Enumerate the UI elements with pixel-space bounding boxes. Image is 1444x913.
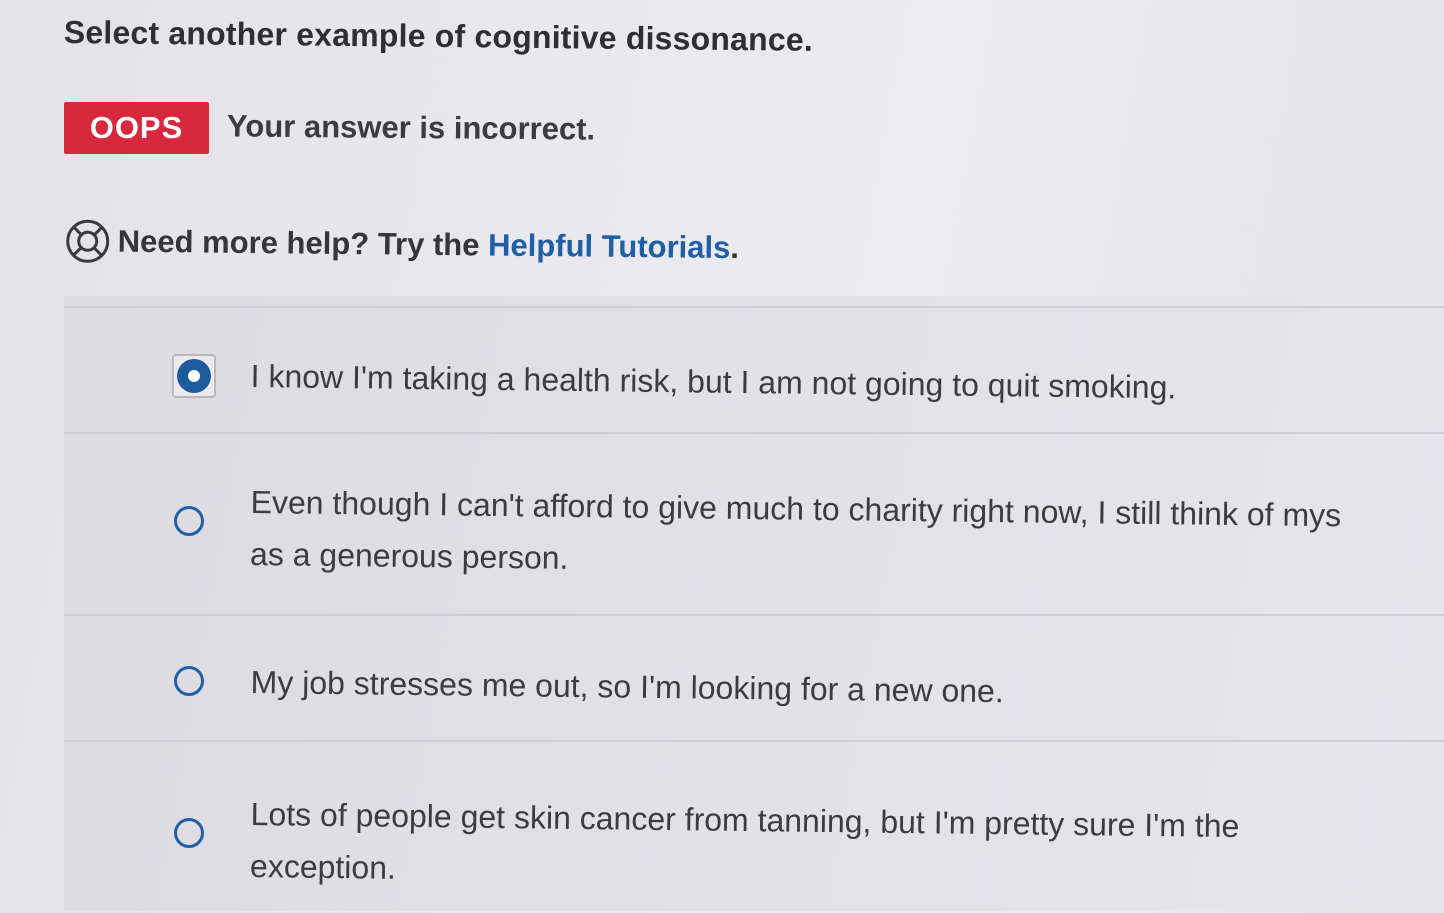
oops-badge: OOPS — [64, 102, 209, 154]
question-prompt: Select another example of cognitive diss… — [63, 14, 814, 58]
radio-button[interactable] — [174, 506, 204, 536]
feedback-banner: OOPS Your answer is incorrect. — [64, 102, 595, 154]
radio-button[interactable] — [174, 818, 204, 848]
answer-option-text[interactable]: My job stresses me out, so I'm looking f… — [250, 656, 1004, 717]
answer-line: My job stresses me out, so I'm looking f… — [250, 663, 1004, 710]
lifebuoy-icon — [61, 214, 114, 269]
radio-button[interactable] — [174, 666, 204, 696]
help-prompt: Need more help? Try the Helpful Tutorial… — [61, 214, 739, 275]
help-text: Need more help? Try the Helpful Tutorial… — [118, 224, 740, 267]
answer-option-text[interactable]: I know I'm taking a health risk, but I a… — [250, 350, 1176, 413]
answer-line: I know I'm taking a health risk, but I a… — [250, 357, 1177, 406]
answer-option-4[interactable]: Lots of people get skin cancer from tann… — [64, 740, 1444, 913]
answer-options: I know I'm taking a health risk, but I a… — [64, 296, 1444, 911]
answer-option-3[interactable]: My job stresses me out, so I'm looking f… — [64, 614, 1444, 740]
help-prefix: Need more help? Try the — [117, 223, 489, 263]
radio-button-selected[interactable] — [172, 354, 216, 398]
radio-dot — [177, 359, 211, 393]
answer-option-text[interactable]: Even though I can't afford to give much … — [250, 476, 1342, 593]
help-suffix: . — [730, 230, 740, 266]
helpful-tutorials-link[interactable]: Helpful Tutorials — [488, 227, 731, 265]
answer-option-text[interactable]: Lots of people get skin cancer from tann… — [250, 788, 1240, 904]
feedback-message: Your answer is incorrect. — [226, 108, 596, 147]
answer-option-2[interactable]: Even though I can't afford to give much … — [64, 432, 1444, 614]
answer-option-1[interactable]: I know I'm taking a health risk, but I a… — [64, 306, 1444, 432]
